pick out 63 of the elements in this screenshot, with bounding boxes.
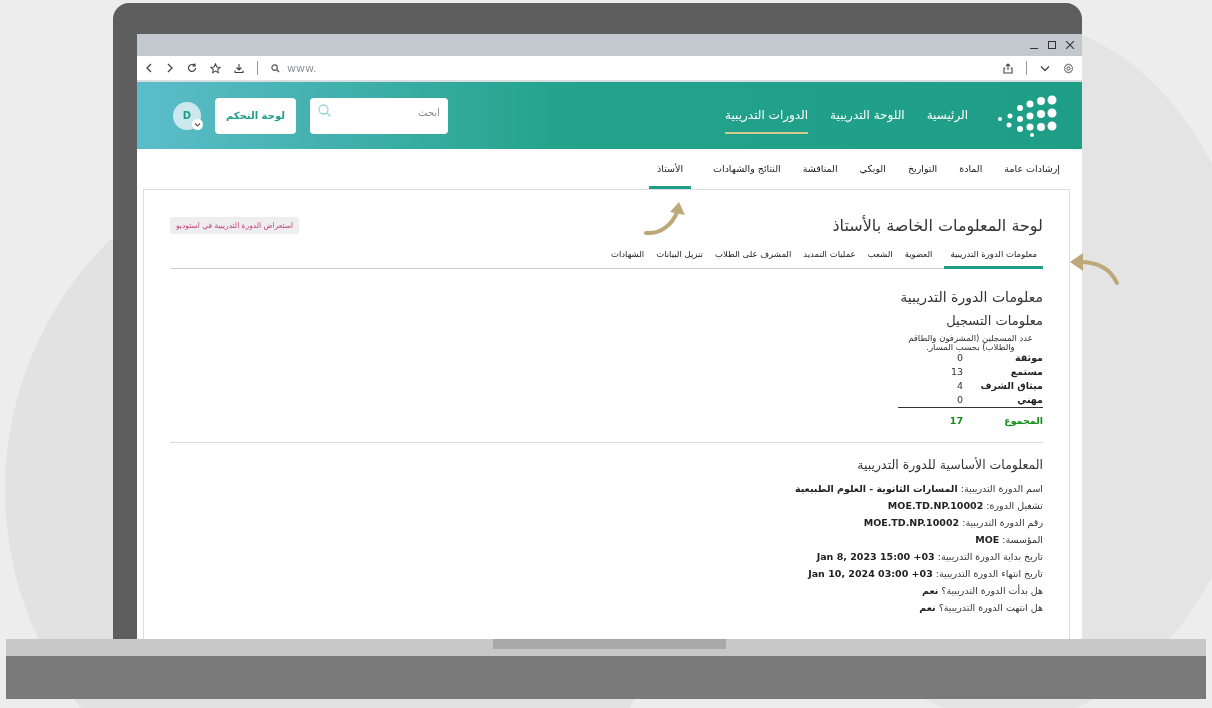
reload-icon[interactable] — [187, 63, 197, 73]
course-tab[interactable]: التواريخ — [907, 163, 938, 189]
settings-icon[interactable] — [1063, 62, 1074, 74]
info-label: تشغيل الدورة: — [986, 500, 1043, 511]
info-label: هل انتهت الدورة التدريبية؟ — [938, 602, 1043, 613]
dashboard-tab[interactable]: العضوية — [904, 245, 933, 269]
enrollment-label: موثقة — [1014, 351, 1043, 365]
back-icon[interactable] — [145, 63, 153, 73]
info-label: رقم الدورة التدريبية: — [962, 517, 1043, 528]
enrollment-label: مستمع — [1009, 365, 1043, 379]
forward-icon[interactable] — [166, 63, 174, 73]
search-field[interactable]: ابحث — [309, 97, 448, 134]
dots-logo-icon — [996, 94, 1058, 137]
page-title: لوحة المعلومات الخاصة بالأستاذ — [832, 216, 1043, 235]
info-label: تاريخ بداية الدورة التدريبية: — [937, 551, 1043, 562]
enrollment-count: 0 — [956, 352, 963, 365]
course-tab[interactable]: الويكي — [859, 163, 886, 189]
info-value: MOE.TD.NP.10002 — [863, 517, 960, 528]
enrollment-count: 0 — [956, 393, 963, 407]
dashboard-tab[interactable]: المشرف على الطلاب — [714, 245, 792, 269]
enrollment-label: ميثاق الشرف — [979, 379, 1043, 393]
star-icon[interactable] — [210, 62, 221, 74]
enrollment-label: مهني — [1016, 393, 1043, 407]
subsection-title: معلومات التسجيل — [945, 313, 1043, 328]
close-icon[interactable] — [1066, 41, 1074, 49]
section-title: معلومات الدورة التدريبية — [899, 289, 1043, 305]
annotation-arrow — [644, 200, 688, 236]
info-value: نعم — [921, 585, 939, 596]
info-label: هل بدأت الدورة التدريبية؟ — [941, 585, 1043, 596]
share-icon[interactable] — [1003, 62, 1013, 74]
enrollment-description: عدد المسجلين (المشرفون والطاقم والطلاب) بحسب المسار. — [907, 334, 1034, 351]
dashboard-tab[interactable]: الشهادات — [610, 245, 645, 269]
dashboard-tab[interactable]: تنزيل البيانات — [656, 245, 703, 269]
info-value: المسارات الثانوية - العلوم الطبيعية — [794, 483, 958, 494]
course-tab[interactable]: النتائج والشهادات — [713, 163, 781, 189]
info-value: MOE.TD.NP.10002 — [887, 500, 984, 511]
course-tab[interactable]: المناقشة — [802, 163, 838, 189]
section-title: المعلومات الأساسية للدورة التدريبية — [856, 457, 1043, 472]
enrollment-count: 4 — [956, 379, 963, 393]
course-tab[interactable]: المادة — [959, 163, 983, 189]
info-label: تاريخ انتهاء الدورة التدريبية: — [935, 568, 1043, 579]
download-icon[interactable] — [234, 63, 244, 73]
info-value: MOE — [975, 534, 1000, 545]
info-label: اسم الدورة التدريبية: — [960, 483, 1043, 494]
search-icon — [317, 103, 331, 117]
course-tab[interactable]: إرشادات عامة — [1004, 163, 1060, 189]
total-label: المجموع — [1003, 414, 1043, 428]
enrollment-count: 13 — [950, 365, 963, 379]
annotation-arrow — [1068, 250, 1120, 286]
course-tab[interactable]: الأستاذ — [649, 163, 692, 189]
chevron-down-icon[interactable] — [1040, 64, 1050, 72]
dashboard-tab[interactable]: الشعب — [867, 245, 893, 269]
dashboard-tab[interactable]: عمليات التمديد — [803, 245, 856, 269]
info-value: Jan 10, 2024 03:00 +03 — [808, 568, 933, 579]
address-field[interactable]: www. — [285, 60, 990, 76]
dashboard-tab[interactable]: معلومات الدورة التدريبية — [944, 245, 1043, 269]
chevron-down-icon[interactable] — [192, 118, 203, 130]
info-value: نعم — [919, 602, 936, 613]
search-icon — [271, 63, 280, 73]
total-count: 17 — [949, 414, 963, 428]
maximize-icon[interactable] — [1048, 41, 1056, 49]
info-label: المؤسسة: — [1002, 534, 1043, 545]
info-value: Jan 8, 2023 15:00 +03 — [816, 551, 935, 562]
